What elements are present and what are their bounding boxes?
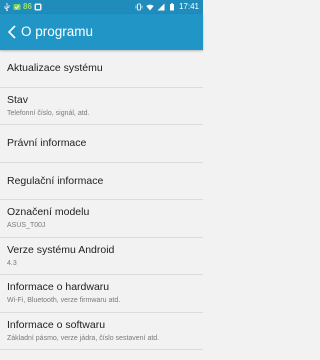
list-item-android-version[interactable]: Verze systému Android 4.3 <box>0 238 203 275</box>
battery-icon <box>169 3 174 11</box>
signal-icon <box>157 3 165 11</box>
back-button[interactable] <box>4 23 20 41</box>
list-item-model-number[interactable]: Označení modelu ASUS_T00J <box>0 200 203 238</box>
list-item-sublabel: 4.3 <box>7 259 17 267</box>
wifi-icon <box>146 4 154 11</box>
list-item-software-info[interactable]: Informace o softwaru Základní pásmo, ver… <box>0 313 203 350</box>
page-title: O programu <box>21 24 94 39</box>
list-item-hardware-info[interactable]: Informace o hardwaru Wi-Fi, Bluetooth, v… <box>0 275 203 313</box>
vibrate-icon <box>135 3 143 11</box>
list-item-status[interactable]: Stav Telefonní číslo, signál, atd. <box>0 88 203 125</box>
notification-icon <box>13 4 21 10</box>
status-battery-number: 86 <box>23 2 32 11</box>
list-item-system-update[interactable]: Aktualizace systému <box>0 50 203 88</box>
back-arrow-icon <box>7 25 16 39</box>
list-item-sublabel: Základní pásmo, verze jádra, číslo sesta… <box>7 334 160 342</box>
settings-list: Aktualizace systému Stav Telefonní číslo… <box>0 50 203 350</box>
status-bar: 86 17:41 <box>0 0 203 14</box>
list-item-sublabel: Telefonní číslo, signál, atd. <box>7 109 90 117</box>
list-item-legal-info[interactable]: Právní informace <box>0 125 203 163</box>
list-item-label: Informace o softwaru <box>7 318 106 331</box>
list-item-sublabel: ASUS_T00J <box>7 222 46 229</box>
list-item-label: Verze systému Android <box>7 243 115 256</box>
list-item-label: Právní informace <box>7 137 87 149</box>
usb-icon <box>4 3 10 11</box>
list-item-label: Stav <box>7 93 29 106</box>
status-left: 86 <box>3 0 42 14</box>
list-item-regulatory-info[interactable]: Regulační informace <box>0 163 203 200</box>
list-item-label: Aktualizace systému <box>7 62 103 74</box>
list-item-sublabel: Wi-Fi, Bluetooth, verze firmwaru atd. <box>7 297 121 304</box>
list-item-label: Regulační informace <box>7 174 104 187</box>
app-bar: O programu <box>0 14 203 50</box>
app-notification-icon <box>34 3 42 11</box>
status-time: 17:41 <box>178 2 199 11</box>
status-right: 17:41 <box>135 0 199 14</box>
list-item-label: Informace o hardwaru <box>7 281 110 293</box>
list-item-label: Označení modelu <box>7 206 90 218</box>
